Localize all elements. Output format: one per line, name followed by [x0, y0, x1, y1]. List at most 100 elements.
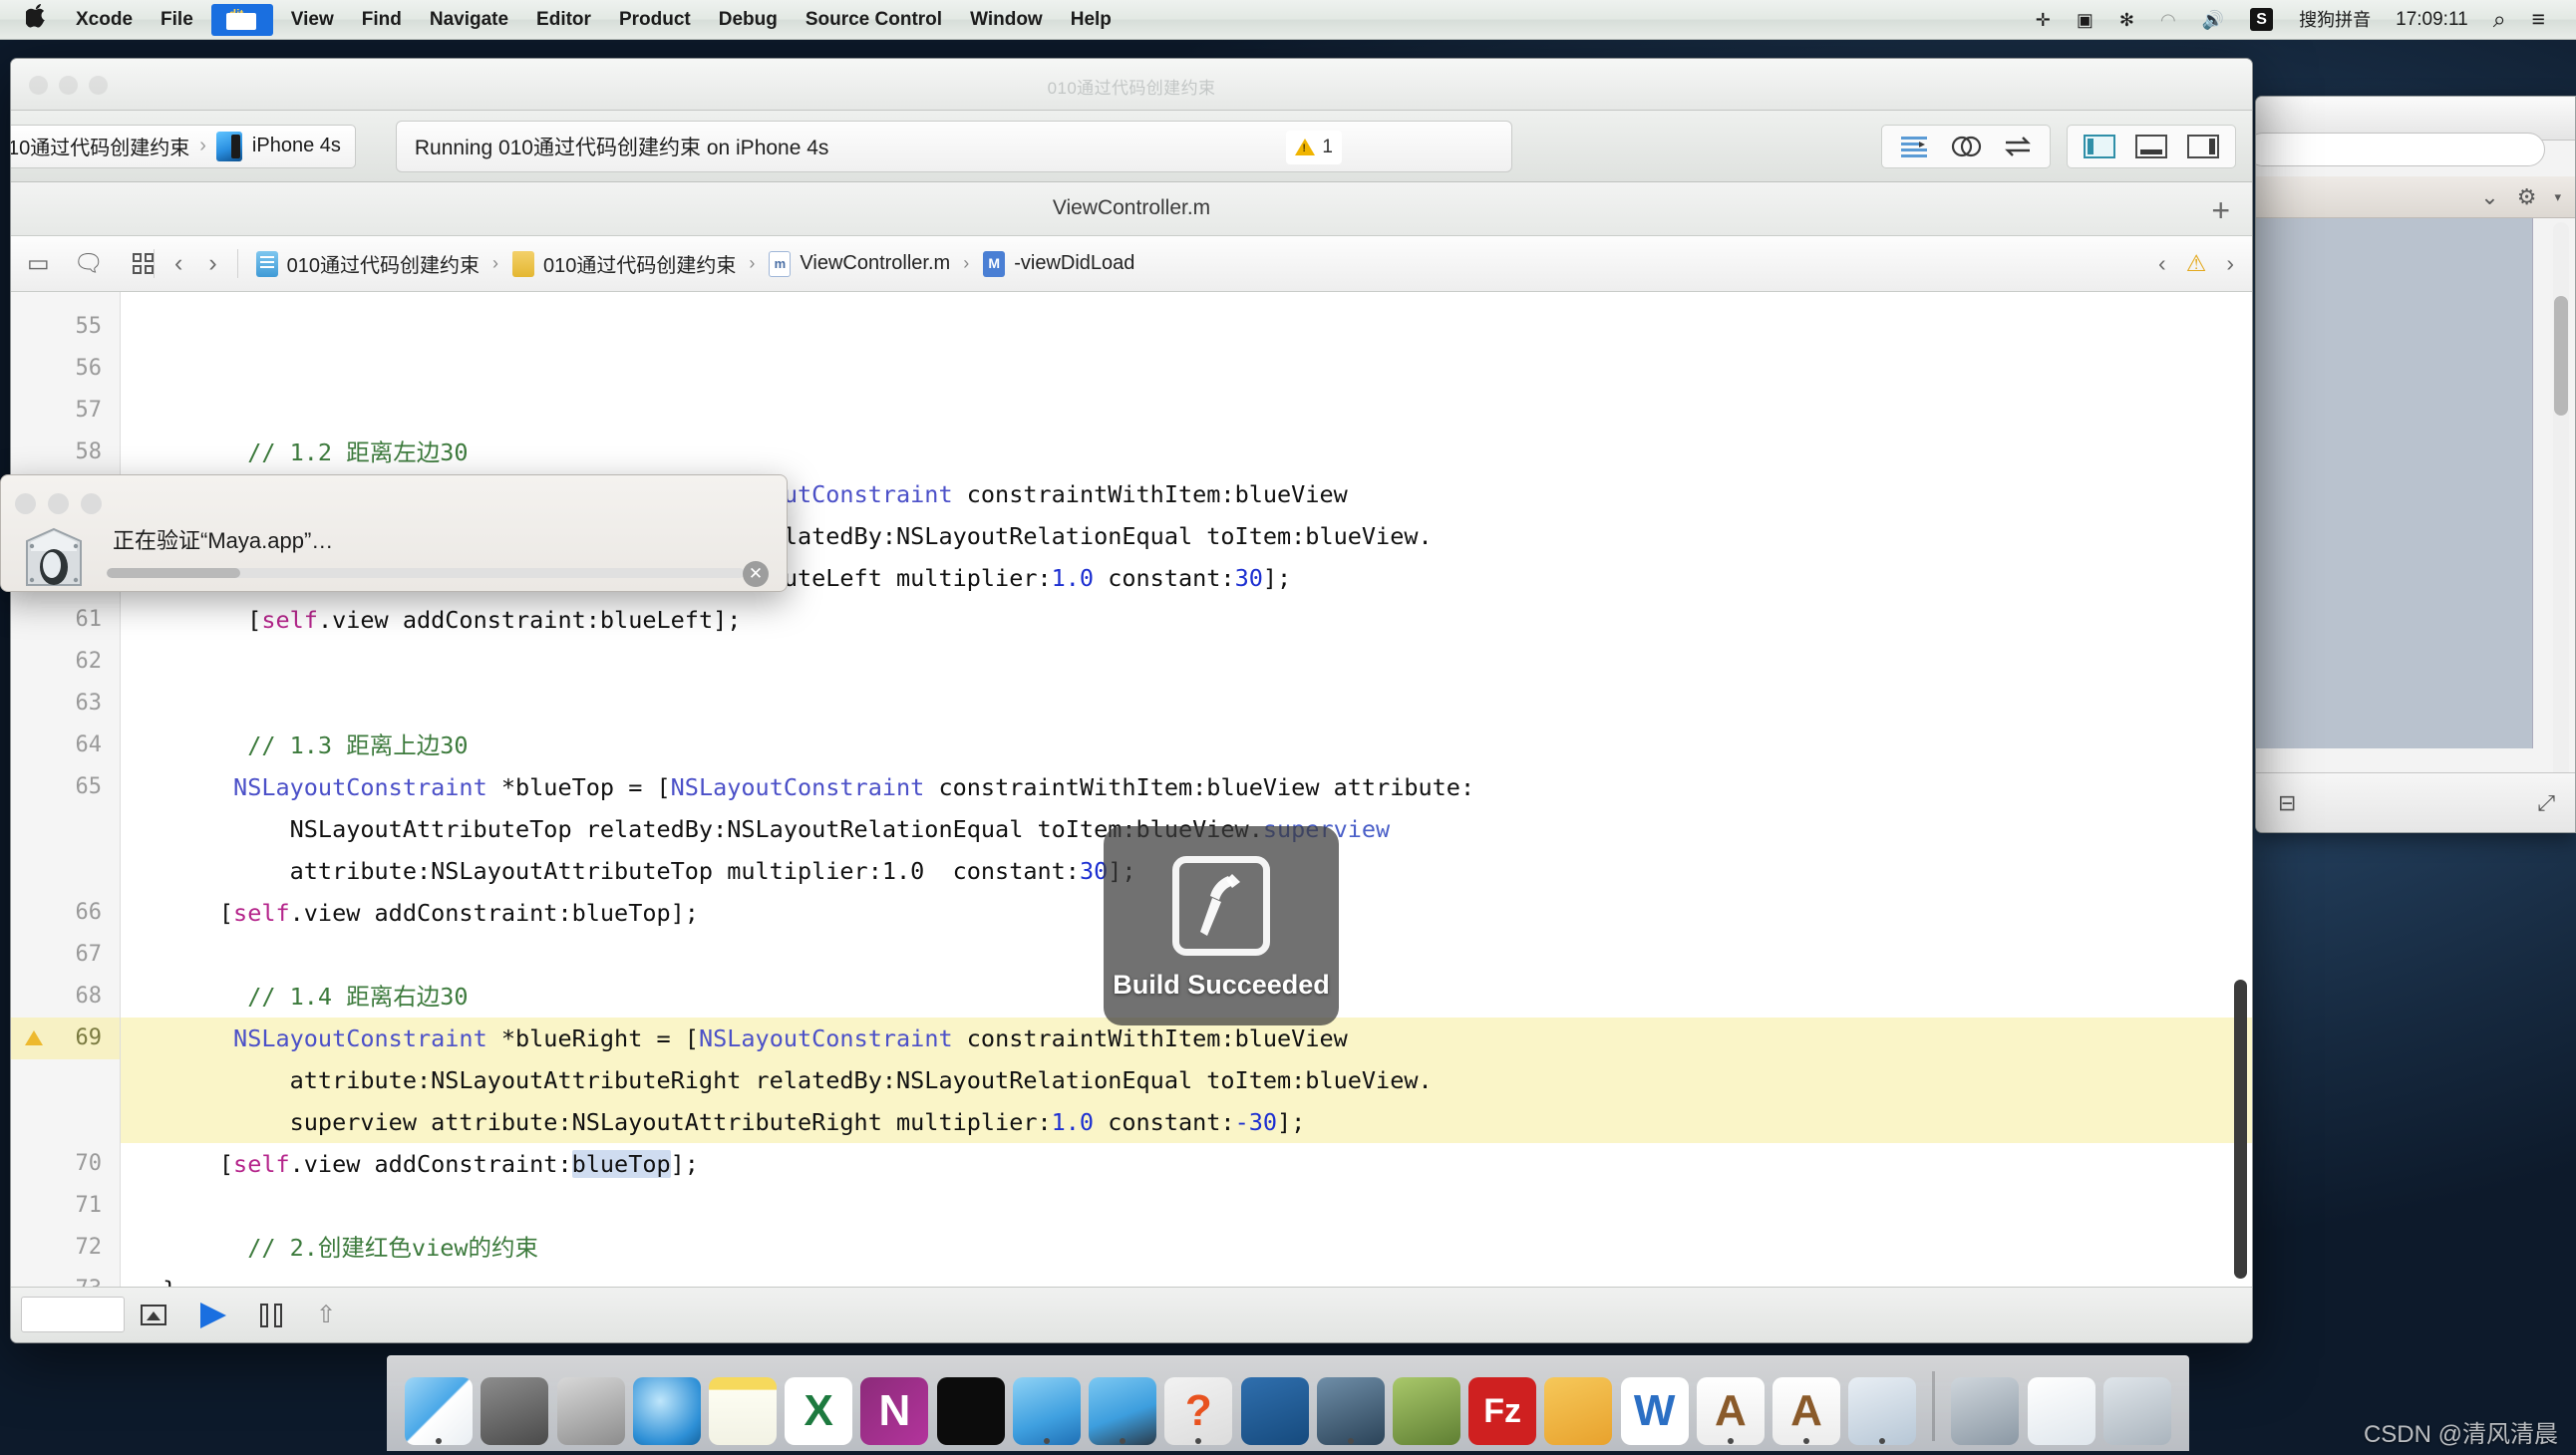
- input-method-label[interactable]: 搜狗拼音: [2286, 11, 2384, 29]
- wifi-icon[interactable]: ◠: [2147, 11, 2189, 29]
- dock-item-safari[interactable]: [629, 1365, 705, 1445]
- jumpbar-left-group[interactable]: ▭ 🗨: [11, 249, 127, 278]
- bgwin-footer-left-icon[interactable]: ⊟: [2278, 790, 2296, 816]
- line-number-62[interactable]: 62: [11, 641, 120, 683]
- pause-icon[interactable]: [260, 1304, 282, 1327]
- add-tab-button[interactable]: +: [2211, 192, 2230, 229]
- debug-area-toggle-icon[interactable]: [2125, 127, 2177, 166]
- toolbar-right-group[interactable]: [1881, 125, 2236, 168]
- debug-console-field[interactable]: [21, 1297, 125, 1332]
- line-number-73[interactable]: 73: [11, 1269, 120, 1287]
- menu-item-xcode[interactable]: Xcode: [62, 6, 147, 33]
- code-line[interactable]: superview attribute:NSLayoutAttributeRig…: [121, 1101, 2252, 1143]
- terminal-icon[interactable]: [937, 1377, 1005, 1445]
- previous-issue-button[interactable]: ‹: [2158, 250, 2166, 277]
- code-line[interactable]: // 1.3 距离上边30: [121, 725, 2252, 766]
- dock-item-screen-sharing[interactable]: [1947, 1365, 2023, 1445]
- code-line[interactable]: [self.view addConstraint:blueTop];: [121, 1143, 2252, 1185]
- xcode-window[interactable]: 010通过代码创建约束 10通过代码创建约束 › iPhone 4s Runni…: [10, 58, 2253, 1343]
- version-editor-icon[interactable]: [1992, 127, 2044, 166]
- sketch-icon[interactable]: [1544, 1377, 1612, 1445]
- standard-editor-icon[interactable]: [1888, 127, 1940, 166]
- quicktime-player-icon[interactable]: [1317, 1377, 1385, 1445]
- menu-item-product[interactable]: Product: [605, 6, 705, 33]
- related-files-icon[interactable]: ▭: [27, 249, 50, 278]
- menu-item-find[interactable]: Find: [348, 6, 416, 33]
- safari-icon[interactable]: [633, 1377, 701, 1445]
- trash-icon[interactable]: [2103, 1377, 2171, 1445]
- dock-item-launchpad[interactable]: [552, 1365, 628, 1445]
- screen-sharing-icon[interactable]: [1951, 1377, 2019, 1445]
- forward-button[interactable]: ›: [208, 249, 216, 278]
- plus-icon[interactable]: ✛: [2023, 11, 2064, 29]
- xcode-icon[interactable]: [1013, 1377, 1081, 1445]
- menu-item-debug[interactable]: Debug: [705, 6, 792, 33]
- apple-menu-icon[interactable]: [22, 4, 62, 36]
- launchpad-icon[interactable]: [557, 1377, 625, 1445]
- code-line[interactable]: [121, 641, 2252, 683]
- line-number-67[interactable]: 67: [11, 934, 120, 976]
- simulator-icon[interactable]: [1089, 1377, 1156, 1445]
- line-number-70[interactable]: 70: [11, 1143, 120, 1185]
- code-line[interactable]: [121, 348, 2252, 390]
- jumpbar-issue-nav[interactable]: ‹ ⚠ ›: [2158, 250, 2252, 277]
- jumpbar-history-arrows[interactable]: ‹ ›: [154, 249, 237, 278]
- code-line[interactable]: // 1.2 距离左边30: [121, 432, 2252, 473]
- dock-item-system-preferences[interactable]: [477, 1365, 552, 1445]
- jumpbar-grid-group[interactable]: [127, 253, 154, 274]
- tab-viewcontroller-m[interactable]: ViewController.m: [1053, 196, 1210, 220]
- close-button[interactable]: [29, 76, 48, 95]
- bgwin-toolbar[interactable]: ⌄ ⚙ ▾: [2256, 176, 2576, 218]
- search-icon[interactable]: ⌕: [2480, 8, 2519, 31]
- xcode-debug-bar[interactable]: ⇧: [11, 1287, 2252, 1342]
- pixelmator-icon[interactable]: ?: [1164, 1377, 1232, 1445]
- menu-item-window[interactable]: Window: [956, 6, 1057, 33]
- filezilla-icon[interactable]: Fz: [1468, 1377, 1536, 1445]
- breadcrumb-item-folder[interactable]: 010通过代码创建约束 ›: [512, 249, 759, 278]
- line-number-72[interactable]: 72: [11, 1227, 120, 1269]
- scheme-selector[interactable]: 10通过代码创建约束 › iPhone 4s: [10, 125, 356, 168]
- dock-item-microsoft-onenote[interactable]: N: [856, 1365, 932, 1445]
- preview-icon[interactable]: [1848, 1377, 1916, 1445]
- editor-mode-group[interactable]: [1881, 125, 2051, 168]
- related-items-grid-icon[interactable]: [133, 253, 154, 274]
- line-number-63[interactable]: 63: [11, 683, 120, 725]
- finder-icon[interactable]: [405, 1377, 473, 1445]
- verify-cancel-button[interactable]: ✕: [743, 561, 769, 587]
- pane-toggle-group[interactable]: [2067, 125, 2236, 168]
- dock[interactable]: XN?FzWAA: [387, 1355, 2189, 1451]
- gear-icon[interactable]: ⚙: [2517, 184, 2537, 210]
- microsoft-word-icon[interactable]: W: [1621, 1377, 1689, 1445]
- menu-item-file[interactable]: File: [147, 6, 207, 33]
- code-line[interactable]: // 2.创建红色view的约束: [121, 1227, 2252, 1269]
- code-line[interactable]: [self.view addConstraint:blueLeft];: [121, 599, 2252, 641]
- menu-item-help[interactable]: Help: [1057, 6, 1126, 33]
- xcode-jump-bar[interactable]: ▭ 🗨 ‹ › 010通过代码创建约束 › 010通过代码创建约束 › m Vi…: [11, 236, 2252, 292]
- dock-item-quicktime-player[interactable]: [1313, 1365, 1389, 1445]
- volume-icon[interactable]: 🔊: [2189, 11, 2237, 29]
- dock-item-preview[interactable]: [1844, 1365, 1920, 1445]
- edit-menu-icon[interactable]: dit: [211, 4, 273, 36]
- line-number-61[interactable]: 61: [11, 599, 120, 641]
- dock-item-terminal[interactable]: [933, 1365, 1009, 1445]
- font-book-2-icon[interactable]: A: [1772, 1377, 1840, 1445]
- input-method-badge[interactable]: S: [2237, 8, 2286, 31]
- code-line[interactable]: [121, 1185, 2252, 1227]
- back-button[interactable]: ‹: [174, 249, 182, 278]
- zoom-button[interactable]: [89, 76, 108, 95]
- font-book-1-icon[interactable]: A: [1697, 1377, 1765, 1445]
- code-line[interactable]: [121, 390, 2252, 432]
- line-number-57[interactable]: 57: [11, 390, 120, 432]
- line-number-wrap[interactable]: [11, 808, 120, 850]
- dock-item-xcode[interactable]: [1009, 1365, 1085, 1445]
- comment-icon[interactable]: 🗨: [74, 249, 104, 278]
- navigator-toggle-icon[interactable]: [2074, 127, 2125, 166]
- code-line[interactable]: attribute:NSLayoutAttributeRight related…: [121, 1059, 2252, 1101]
- chevron-down-small-icon[interactable]: ▾: [2554, 189, 2561, 205]
- dock-item-font-book-1[interactable]: A: [1693, 1365, 1769, 1445]
- menu-bar[interactable]: XcodeFileditViewFindNavigateEditorProduc…: [0, 0, 2576, 40]
- line-number-71[interactable]: 71: [11, 1185, 120, 1227]
- line-number-56[interactable]: 56: [11, 348, 120, 390]
- utilities-toggle-icon[interactable]: [2177, 127, 2229, 166]
- continue-icon[interactable]: [200, 1303, 226, 1328]
